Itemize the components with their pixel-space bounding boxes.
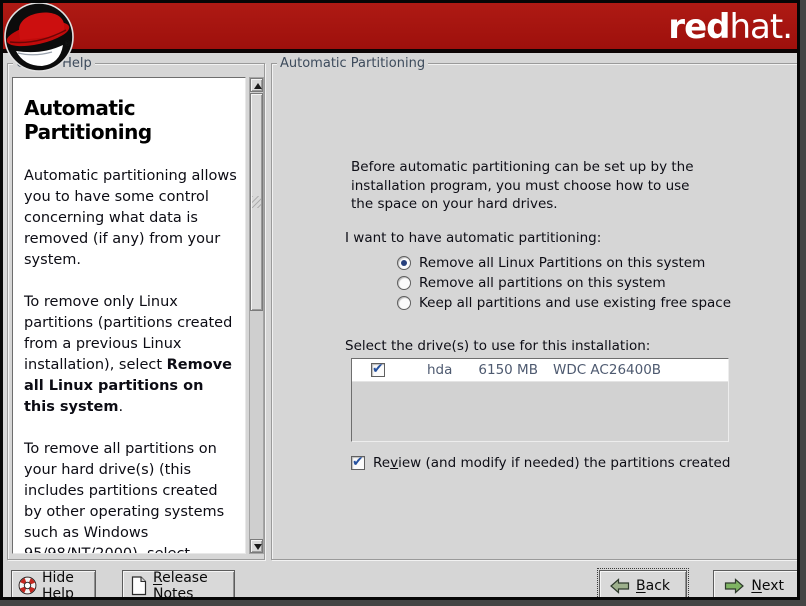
next-arrow-icon bbox=[724, 578, 744, 594]
arrow-up-icon bbox=[254, 83, 262, 89]
help-heading: Automatic Partitioning bbox=[24, 96, 239, 144]
release-notes-button[interactable]: Release Notes bbox=[122, 570, 235, 600]
drive-checkbox[interactable]: ✔ bbox=[371, 363, 385, 377]
lifebuoy-icon bbox=[18, 576, 37, 595]
next-button[interactable]: Next bbox=[713, 570, 800, 600]
drives-label: Select the drive(s) to use for this inst… bbox=[345, 337, 650, 356]
online-help-frame: Online Help Automatic Partitioning Autom… bbox=[7, 63, 265, 560]
arrow-down-icon bbox=[254, 544, 262, 550]
redhat-shadowman-icon: ® bbox=[4, 1, 78, 75]
intro-text: Before automatic partitioning can be set… bbox=[351, 158, 699, 214]
help-paragraph: Automatic partitioning allows you to hav… bbox=[24, 166, 239, 271]
next-label: Next bbox=[751, 578, 784, 594]
back-arrow-icon bbox=[610, 578, 630, 594]
checkbox-icon[interactable]: ✔ bbox=[351, 456, 365, 470]
svg-text:®: ® bbox=[64, 40, 71, 48]
redhat-wordmark: redhat. bbox=[668, 8, 792, 46]
drive-model: WDC AC26400B bbox=[553, 362, 661, 378]
installer-window: redhat. ® Online Help Automatic Partitio… bbox=[0, 0, 800, 600]
radio-button-icon[interactable] bbox=[397, 276, 411, 290]
radio-button-icon[interactable] bbox=[397, 256, 411, 270]
help-text-viewport: Automatic Partitioning Automatic partiti… bbox=[12, 77, 246, 554]
review-partitions-checkbox[interactable]: ✔ Review (and modify if needed) the part… bbox=[351, 455, 730, 471]
scrollbar-thumb[interactable] bbox=[250, 93, 263, 311]
automatic-partitioning-frame: Automatic Partitioning Before automatic … bbox=[271, 63, 800, 560]
automatic-partitioning-frame-label: Automatic Partitioning bbox=[277, 56, 428, 71]
drive-list[interactable]: ✔ hda 6150 MB WDC AC26400B bbox=[351, 358, 729, 442]
back-button[interactable]: Back bbox=[599, 570, 687, 600]
back-label: Back bbox=[636, 578, 670, 594]
drive-size: 6150 MB bbox=[478, 362, 538, 378]
scrollbar-grip-icon bbox=[252, 196, 261, 208]
radio-keep-all-partitions[interactable]: Keep all partitions and use existing fre… bbox=[397, 295, 731, 311]
wordmark-hat: hat. bbox=[729, 7, 792, 47]
hide-help-label: Hide Help bbox=[42, 570, 95, 601]
top-banner: redhat. bbox=[3, 3, 800, 53]
review-checkbox-label: Review (and modify if needed) the partit… bbox=[373, 455, 730, 471]
radio-group-label: I want to have automatic partitioning: bbox=[345, 229, 601, 248]
document-icon bbox=[131, 576, 147, 596]
drive-device: hda bbox=[427, 362, 452, 378]
radio-remove-linux-partitions[interactable]: Remove all Linux Partitions on this syst… bbox=[397, 255, 705, 271]
scrollbar-down-button[interactable] bbox=[250, 539, 263, 553]
radio-button-icon[interactable] bbox=[397, 296, 411, 310]
hide-help-button[interactable]: Hide Help bbox=[11, 570, 96, 600]
drive-row-hda[interactable]: ✔ hda 6150 MB WDC AC26400B bbox=[352, 359, 728, 382]
help-scrollbar[interactable] bbox=[249, 77, 264, 554]
radio-remove-all-partitions[interactable]: Remove all partitions on this system bbox=[397, 275, 666, 291]
help-paragraph: To remove all partitions on your hard dr… bbox=[24, 439, 239, 554]
wordmark-red: red bbox=[668, 7, 729, 47]
scrollbar-up-button[interactable] bbox=[250, 78, 263, 92]
help-paragraph: To remove only Linux partitions (partiti… bbox=[24, 292, 239, 418]
release-notes-label: Release Notes bbox=[153, 570, 234, 601]
